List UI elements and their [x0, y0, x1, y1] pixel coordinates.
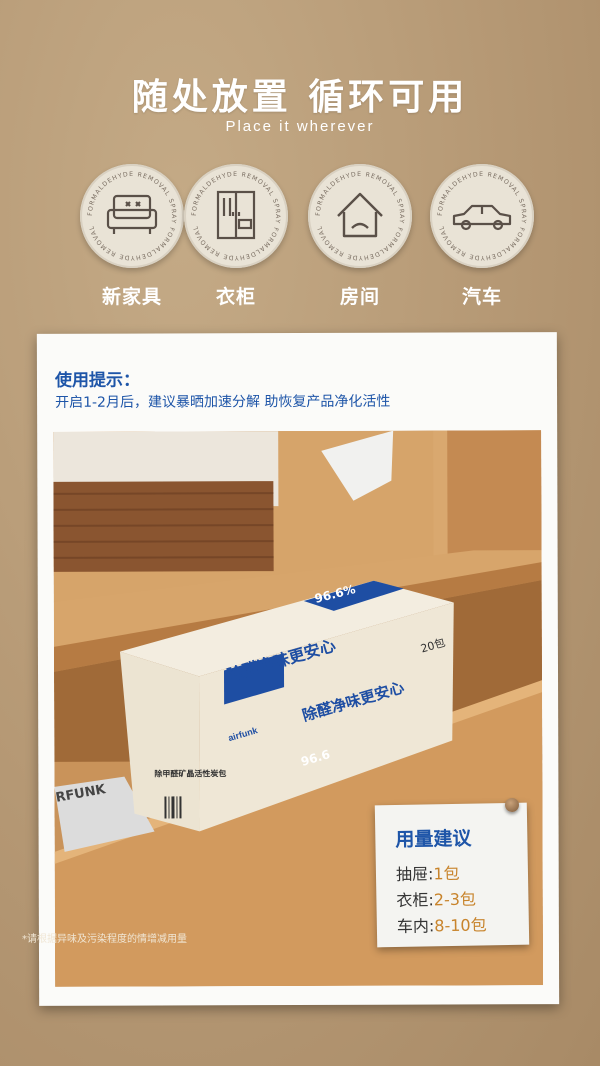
- dosage-row: 车内:8-10包: [397, 911, 487, 937]
- car-icon: [452, 204, 512, 231]
- dosage-title: 用量建议: [395, 827, 472, 851]
- badge-car: FORMALDEHYDE REMOVAL SPRAY FORMALDEHYDE …: [430, 164, 534, 308]
- usage-scenarios: FORMALDEHYDE REMOVAL SPRAY FORMALDEHYDE …: [0, 164, 600, 314]
- badge-label: 汽车: [461, 286, 502, 308]
- tip-title: 使用提示：: [54, 370, 141, 391]
- svg-text:FORMALDEHYDE REMOVAL SPRAY FOR: FORMALDEHYDE REMOVAL SPRAY FORMALDEHYDE …: [315, 171, 405, 261]
- badge-ring-text: FORMALDEHYDE REMOVAL SPRAY FORMALDEHYDE …: [87, 171, 176, 261]
- dosage-key: 抽屉:: [395, 864, 434, 884]
- badge-label: 房间: [339, 286, 380, 308]
- dosage-note: 用量建议 抽屉:1包 衣柜:2-3包 车内:8-10包: [374, 802, 530, 948]
- house-icon: [337, 192, 383, 238]
- sofa-icon: [106, 194, 158, 234]
- dosage-key: 衣柜:: [396, 890, 435, 910]
- badge-label: 衣柜: [215, 286, 256, 308]
- dosage-key: 车内:: [396, 916, 435, 936]
- badge-label: 新家具: [101, 286, 162, 308]
- svg-text:FORMALDEHYDE REMOVAL SPRAY FOR: FORMALDEHYDE REMOVAL SPRAY FORMALDEHYDE …: [437, 171, 527, 261]
- photo-footnote: *请根据异味及污染程度的情增减用量: [22, 934, 187, 945]
- dosage-row: 抽屉:1包: [396, 860, 460, 885]
- badge-furniture: FORMALDEHYDE REMOVAL SPRAY FORMALDEHYDE …: [80, 164, 184, 308]
- wardrobe-icon: [216, 190, 256, 240]
- dosage-row: 衣柜:2-3包: [396, 886, 476, 911]
- badge-ring-text: FORMALDEHYDE REMOVAL SPRAY FORMALDEHYDE …: [315, 171, 404, 261]
- tip-text: 开启1-2月后，建议暴晒加速分解 助恢复产品净化活性: [55, 393, 391, 411]
- badge-wardrobe: FORMALDEHYDE REMOVAL SPRAY FORMALDEHYDE …: [184, 164, 288, 308]
- page-subtitle: Place it wherever: [225, 118, 375, 135]
- dosage-value: 8-10包: [434, 915, 487, 936]
- badge-ring-text: FORMALDEHYDE REMOVAL SPRAY FORMALDEHYDE …: [437, 171, 526, 261]
- dosage-value: 2-3包: [433, 889, 477, 910]
- page-title: 随处放置 循环可用: [131, 77, 469, 118]
- badge-room: FORMALDEHYDE REMOVAL SPRAY FORMALDEHYDE …: [308, 164, 412, 308]
- pushpin-icon: [505, 798, 519, 812]
- dosage-value: 1包: [433, 863, 460, 884]
- svg-text:FORMALDEHYDE REMOVAL SPRAY FOR: FORMALDEHYDE REMOVAL SPRAY FORMALDEHYDE …: [87, 171, 177, 261]
- box-name: 除甲醛矿晶活性炭包: [154, 768, 226, 778]
